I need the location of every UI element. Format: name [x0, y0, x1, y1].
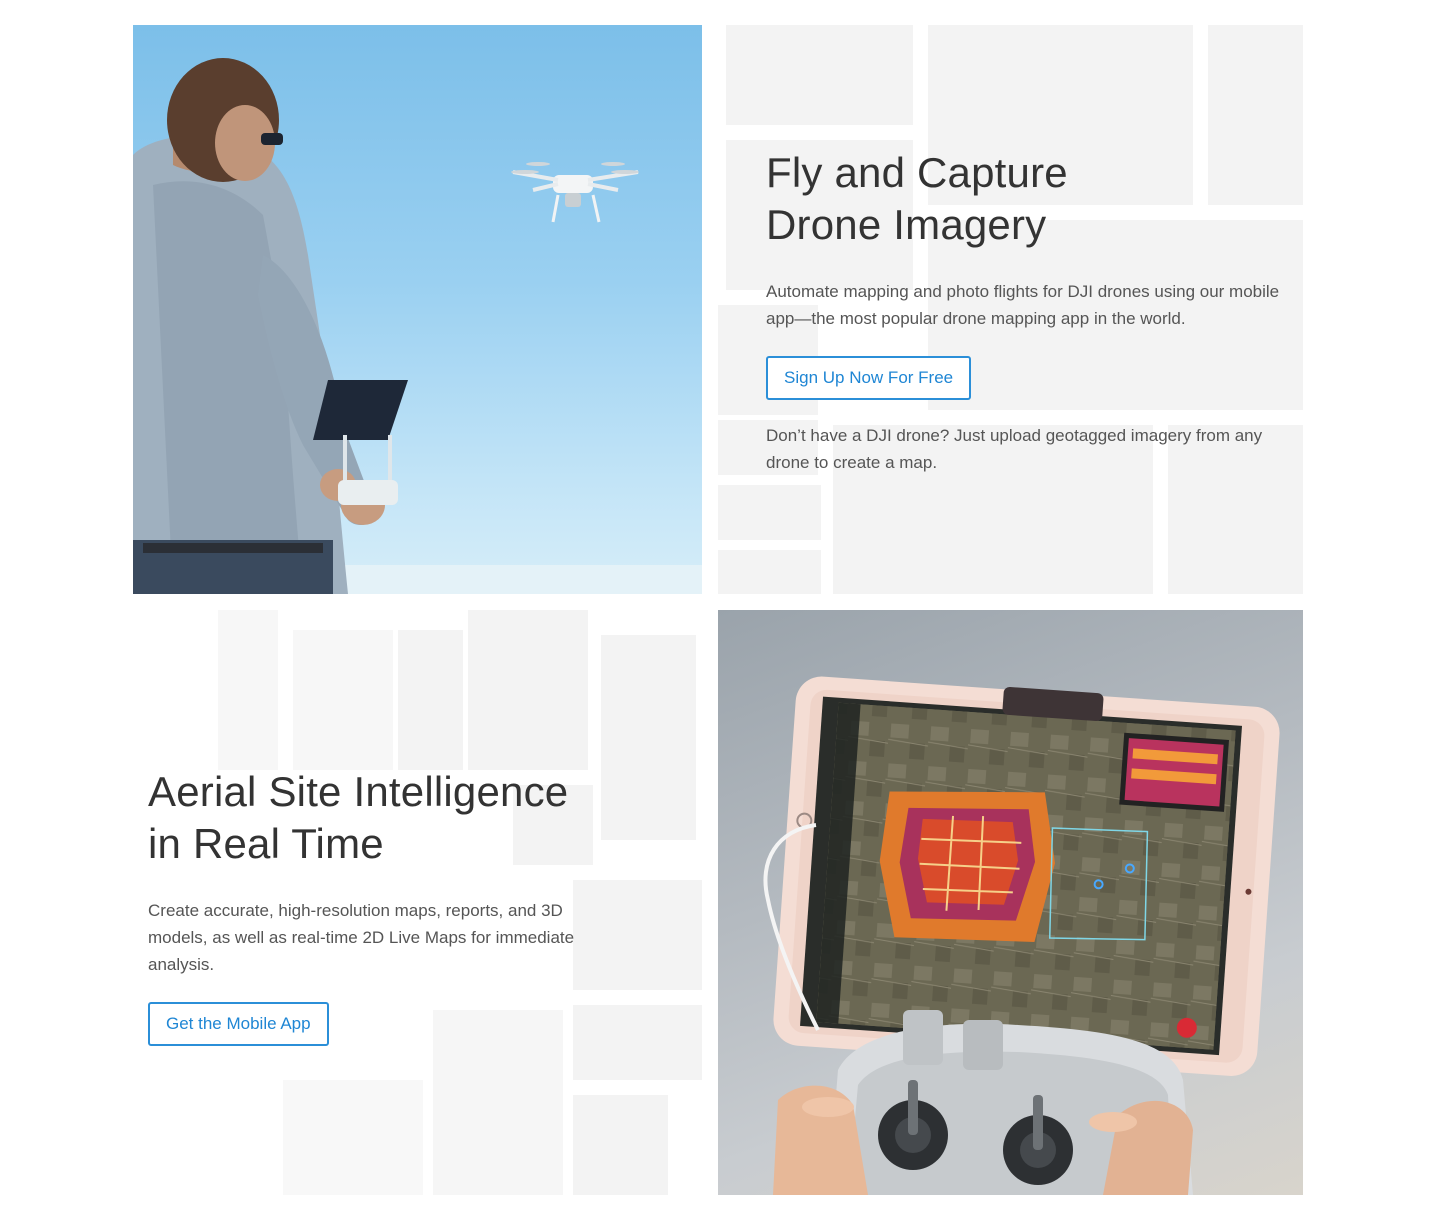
map-block: [283, 1080, 423, 1195]
fly-capture-headline: Fly and Capture Drone Imagery: [766, 147, 1286, 251]
page: Fly and Capture Drone Imagery Automate m…: [0, 0, 1436, 1206]
map-block: [398, 630, 463, 770]
fly-capture-content: Fly and Capture Drone Imagery Automate m…: [766, 147, 1286, 476]
map-block: [293, 630, 393, 770]
site-intelligence-description: Create accurate, high-resolution maps, r…: [148, 901, 575, 974]
headline-line: in Real Time: [148, 820, 384, 867]
headline-line: Drone Imagery: [766, 201, 1047, 248]
upload-imagery-note: Don’t have a DJI drone? Just upload geot…: [766, 426, 1263, 472]
map-block: [718, 485, 821, 540]
site-intelligence-panel: Aerial Site Intelligence in Real Time Cr…: [133, 610, 702, 1195]
map-block: [218, 610, 278, 770]
fly-capture-panel: Fly and Capture Drone Imagery Automate m…: [718, 25, 1303, 594]
drone: [511, 162, 639, 223]
fly-capture-description: Automate mapping and photo flights for D…: [766, 282, 1280, 328]
drone-pilot-photo: [133, 25, 702, 594]
map-block: [468, 610, 588, 770]
map-block: [726, 25, 913, 125]
headline-line: Fly and Capture: [766, 149, 1068, 196]
drone-pilot-illustration: [133, 58, 702, 594]
map-block: [718, 550, 821, 594]
sign-up-button[interactable]: Sign Up Now For Free: [766, 356, 972, 400]
map-block: [573, 1095, 668, 1195]
tablet-controller-photo: [718, 610, 1303, 1195]
tablet-controller-illustration: [763, 676, 1280, 1195]
site-intelligence-headline: Aerial Site Intelligence in Real Time: [148, 766, 628, 870]
headline-line: Aerial Site Intelligence: [148, 768, 569, 815]
site-intelligence-content: Aerial Site Intelligence in Real Time Cr…: [148, 766, 628, 1046]
get-mobile-app-button[interactable]: Get the Mobile App: [148, 1002, 329, 1046]
